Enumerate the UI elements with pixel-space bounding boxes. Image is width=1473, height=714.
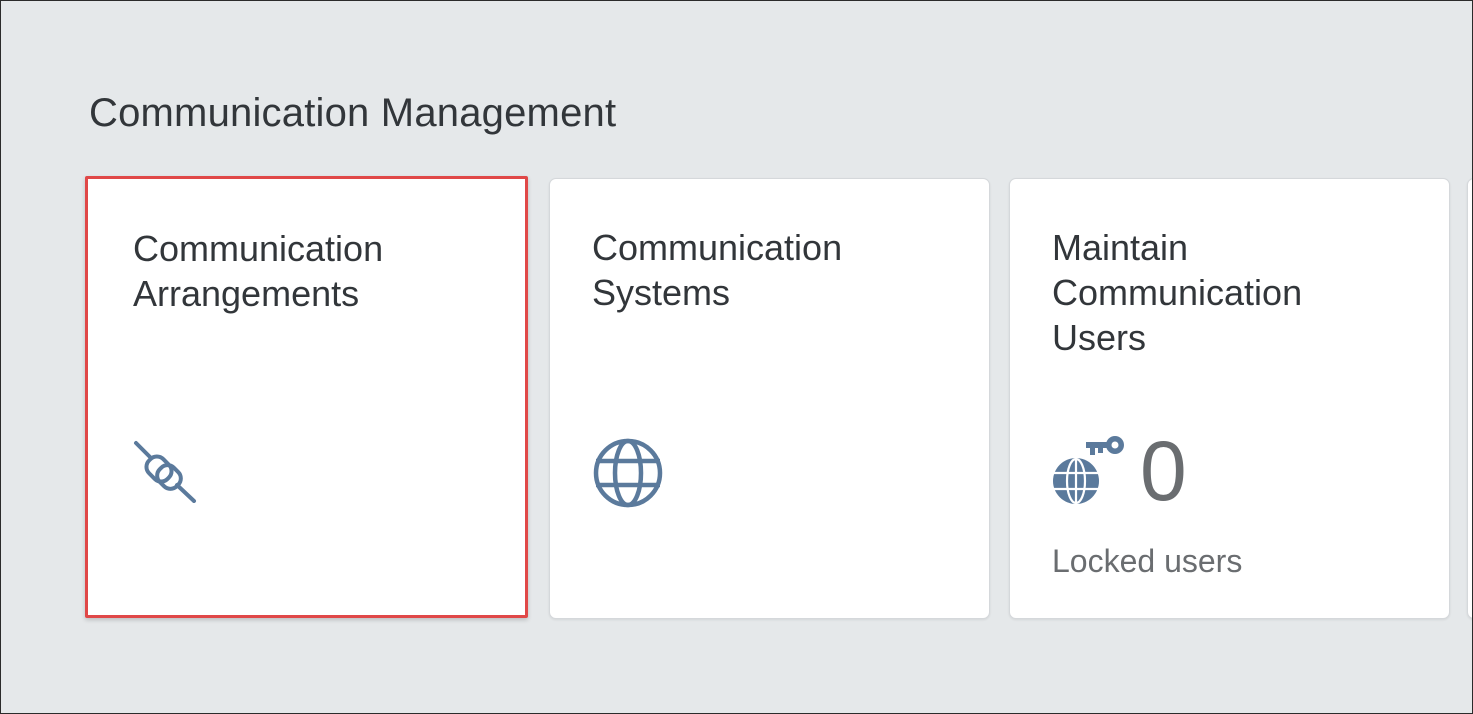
tile-communication-systems[interactable]: Communication Systems — [549, 178, 990, 619]
tile-title-line: Users — [1052, 317, 1147, 358]
tile-title: Communication Arrangements — [133, 226, 493, 316]
tile-communication-arrangements[interactable]: Communication Arrangements — [85, 176, 528, 618]
tile-title: Maintain Communication Users — [1052, 225, 1412, 360]
tile-title: Communication Systems — [592, 225, 952, 315]
tile-title-line: Communication — [1052, 272, 1303, 313]
plug-disconnect-icon — [133, 439, 197, 508]
tile-title-line: Arrangements — [133, 273, 360, 314]
kpi-value-locked-users: 0 — [1140, 424, 1187, 518]
launchpad-page: Communication Management Communication A… — [0, 0, 1473, 714]
tile-title-line: Systems — [592, 272, 731, 313]
tile-title-line: Maintain — [1052, 227, 1189, 268]
globe-icon — [592, 437, 664, 514]
tile-title-line: Communication — [592, 227, 843, 268]
tile-title-line: Communication — [133, 228, 384, 269]
group-title: Communication Management — [89, 91, 617, 135]
kpi-row: 0 — [1052, 429, 1187, 513]
tile-partial[interactable] — [1467, 178, 1472, 619]
globe-key-icon — [1052, 433, 1126, 510]
tile-maintain-communication-users[interactable]: Maintain Communication Users 0 Locked us… — [1009, 178, 1450, 619]
kpi-footer: Locked users — [1052, 543, 1243, 579]
